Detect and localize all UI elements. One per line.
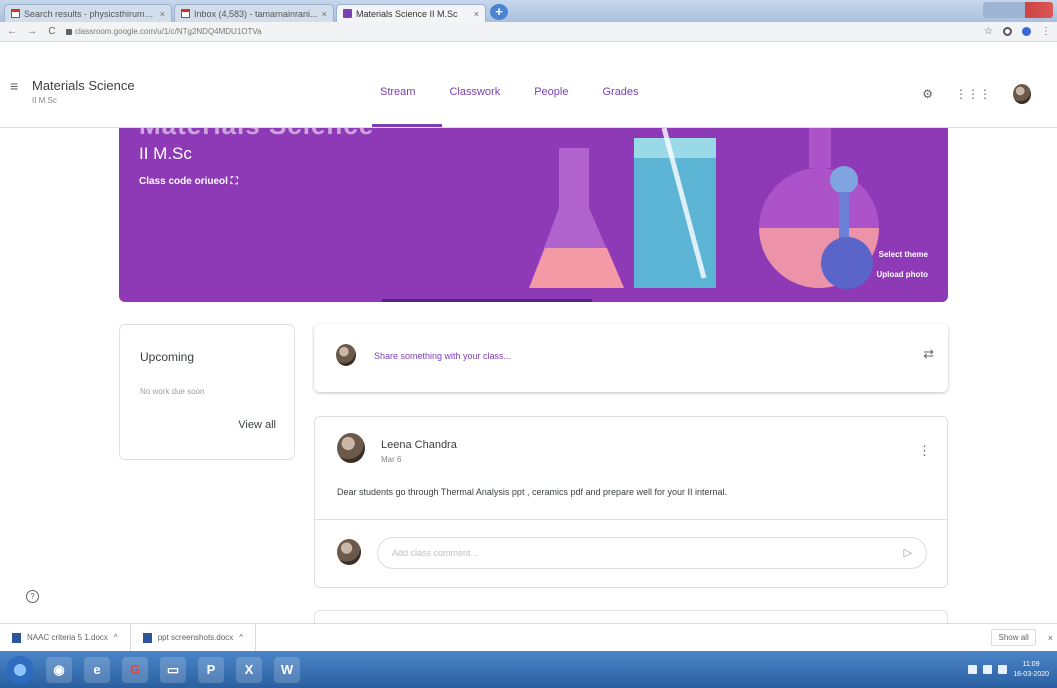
ie-icon[interactable]: e (84, 656, 110, 683)
banner-scroll-indicator (382, 299, 592, 302)
post-body: Dear students go through Thermal Analysi… (337, 487, 728, 497)
chevron-up-icon[interactable]: ^ (239, 633, 243, 642)
close-icon[interactable]: × (1048, 633, 1053, 643)
new-tab-button[interactable]: + (490, 4, 508, 20)
windows-taskbar: ◉ e G ▭ P X W 11:09 16-03-2020 (0, 651, 1057, 688)
help-icon[interactable]: ? (26, 590, 39, 603)
network-icon[interactable] (983, 665, 993, 674)
back-arrow-icon[interactable]: ← (6, 26, 18, 37)
browser-toolbar-right: ☆ ⋮ (984, 26, 1051, 37)
share-announcement-card[interactable]: Share something with your class... ⇄ (314, 324, 948, 392)
downloads-bar: NAAC criteria 5 1.docx ^ ppt screenshots… (0, 623, 1057, 651)
upcoming-empty-text: No work due soon (140, 387, 205, 396)
lock-icon (66, 28, 72, 35)
show-all-button[interactable]: Show all (991, 629, 1036, 646)
browser-tab[interactable]: Search results - physicsthirumu... × (4, 4, 172, 22)
tab-classwork[interactable]: Classwork (449, 86, 500, 98)
url-field[interactable]: classroom.google.com/u/1/c/NTg2NDQ4MDU1O… (66, 27, 262, 36)
browser-tab[interactable]: Inbox (4,583) - tamarnainrani... × (174, 4, 334, 22)
close-icon[interactable]: × (474, 9, 479, 19)
gmail-icon (11, 9, 20, 18)
course-banner: Materials Science II M.Sc Class code ori… (119, 128, 948, 302)
browser-tab-strip: Search results - physicsthirumu... × Inb… (0, 0, 1057, 22)
upcoming-card: Upcoming No work due soon View all (119, 324, 295, 460)
close-icon[interactable]: × (160, 9, 165, 19)
forward-arrow-icon[interactable]: → (26, 26, 38, 37)
word-icon[interactable]: W (274, 656, 300, 683)
gmail-icon (181, 9, 190, 18)
clock-date: 16-03-2020 (1013, 670, 1049, 678)
tab-stream[interactable]: Stream (380, 86, 415, 98)
repost-icon[interactable]: ⇄ (923, 346, 934, 362)
author-avatar (337, 433, 365, 463)
powerpoint-icon[interactable]: P (198, 656, 224, 683)
close-icon[interactable]: × (322, 9, 327, 19)
browser-tab-active[interactable]: Materials Science II M.Sc × (336, 4, 486, 22)
system-tray: 11:09 16-03-2020 (968, 660, 1057, 680)
select-theme-link[interactable]: Select theme (879, 250, 928, 259)
active-tab-indicator (372, 124, 442, 127)
reload-icon[interactable]: C (46, 26, 58, 37)
excel-icon[interactable]: X (236, 656, 262, 683)
address-bar: ← → C classroom.google.com/u/1/c/NTg2NDQ… (0, 22, 1057, 42)
tab-grades[interactable]: Grades (602, 86, 638, 98)
download-filename: NAAC criteria 5 1.docx (27, 633, 108, 642)
tray-flag-icon[interactable] (968, 665, 978, 674)
volume-icon[interactable] (998, 665, 1008, 674)
chrome-icon[interactable]: G (122, 656, 148, 683)
media-player-icon[interactable]: ◉ (46, 656, 72, 683)
course-nav: Stream Classwork People Grades (380, 86, 639, 98)
extension-icon[interactable] (1003, 27, 1012, 36)
view-all-link[interactable]: View all (238, 419, 276, 431)
apps-grid-icon[interactable]: ⋮⋮⋮ (955, 87, 991, 101)
comment-input[interactable]: Add class comment... ▷ (377, 537, 927, 569)
announcement-post: Leena Chandra Mar 6 ⋮ Dear students go t… (314, 416, 948, 588)
course-section: II M.Sc (32, 96, 57, 105)
star-icon[interactable]: ☆ (984, 26, 993, 37)
download-item[interactable]: NAAC criteria 5 1.docx ^ (0, 624, 131, 651)
word-doc-icon (12, 632, 21, 643)
avatar (336, 344, 356, 366)
tab-people[interactable]: People (534, 86, 568, 98)
divider (315, 519, 947, 520)
classroom-icon (343, 9, 352, 18)
url-text: classroom.google.com/u/1/c/NTg2NDQ4MDU1O… (75, 27, 262, 36)
tab-title: Search results - physicsthirumu... (24, 8, 156, 19)
download-filename: ppt screenshots.docx (157, 633, 234, 642)
start-button[interactable] (6, 655, 34, 684)
hamburger-menu-icon[interactable]: ≡ (10, 78, 18, 94)
post-author: Leena Chandra (381, 439, 457, 451)
post-menu-icon[interactable]: ⋮ (918, 443, 931, 459)
download-item[interactable]: ppt screenshots.docx ^ (131, 624, 257, 651)
window-controls[interactable] (983, 2, 1053, 18)
clock[interactable]: 11:09 16-03-2020 (1013, 660, 1049, 680)
avatar[interactable] (1013, 84, 1031, 104)
profile-icon[interactable] (1022, 27, 1031, 36)
course-title[interactable]: Materials Science (32, 78, 135, 93)
chevron-up-icon[interactable]: ^ (114, 633, 118, 642)
comment-placeholder: Add class comment... (392, 548, 479, 558)
commenter-avatar (337, 539, 361, 565)
clock-time: 11:09 (1022, 660, 1040, 668)
banner-illustration (529, 128, 879, 289)
kebab-menu-icon[interactable]: ⋮ (1041, 26, 1051, 37)
tab-title: Inbox (4,583) - tamarnainrani... (194, 8, 318, 19)
settings-gear-icon[interactable]: ⚙ (922, 87, 933, 101)
share-prompt[interactable]: Share something with your class... (374, 351, 511, 361)
send-icon[interactable]: ▷ (904, 546, 912, 559)
classroom-header: ≡ Materials Science II M.Sc Stream Class… (0, 44, 1057, 128)
folder-icon[interactable]: ▭ (160, 656, 186, 683)
header-actions: ⚙ ⋮⋮⋮ (922, 84, 1031, 104)
tab-title: Materials Science II M.Sc (356, 8, 458, 19)
screen: Search results - physicsthirumu... × Inb… (0, 0, 1057, 688)
upload-photo-link[interactable]: Upload photo (876, 270, 928, 279)
post-date: Mar 6 (381, 455, 402, 464)
word-doc-icon (142, 632, 152, 643)
upcoming-heading: Upcoming (140, 350, 195, 364)
